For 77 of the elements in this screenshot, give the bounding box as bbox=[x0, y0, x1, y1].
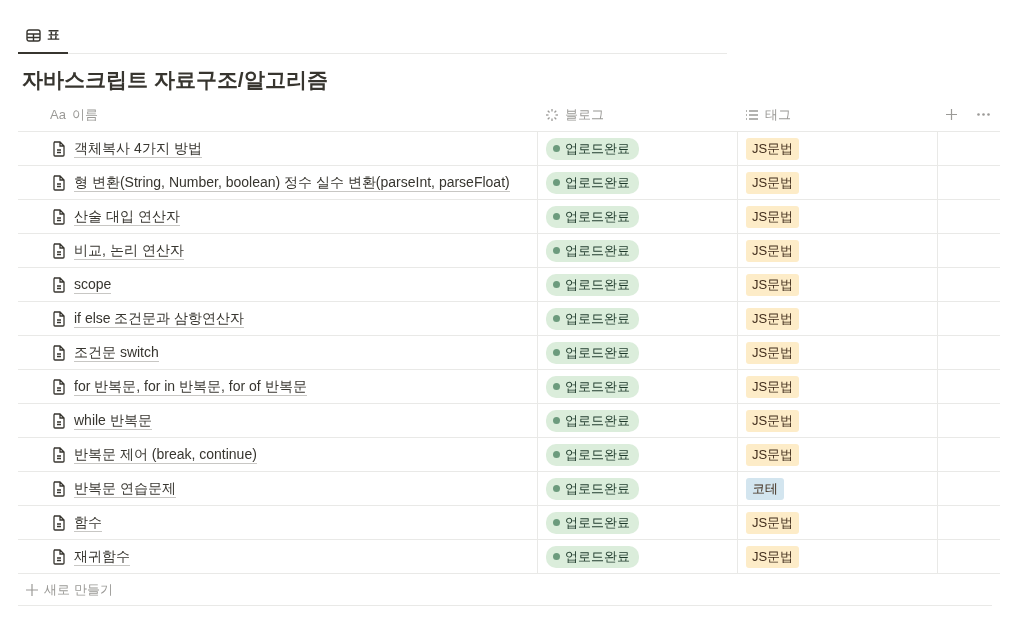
tag-chip: JS문법 bbox=[746, 341, 800, 364]
page-link[interactable]: for 반복문, for in 반복문, for of 반복문 bbox=[74, 377, 307, 396]
status-pill: 업로드완료 bbox=[546, 341, 639, 364]
page-link[interactable]: 형 변환(String, Number, boolean) 정수 실수 변환(parseInt, parseFloat) bbox=[74, 173, 510, 192]
status-dot-icon bbox=[553, 417, 560, 424]
status-pill: 업로드완료 bbox=[546, 511, 639, 534]
status-dot-icon bbox=[553, 247, 560, 254]
document-icon bbox=[52, 514, 66, 531]
status-pill: 업로드완료 bbox=[546, 307, 639, 330]
tag-chip: JS문법 bbox=[746, 545, 800, 568]
status-pill: 업로드완료 bbox=[546, 137, 639, 160]
tag-chip: JS문법 bbox=[746, 409, 800, 432]
document-icon bbox=[52, 344, 66, 361]
document-icon bbox=[52, 378, 66, 395]
page-link[interactable]: scope bbox=[74, 275, 112, 294]
table-view-tab[interactable]: 표 bbox=[18, 20, 68, 54]
status-dot-icon bbox=[553, 485, 560, 492]
column-name: 블로그 bbox=[565, 105, 604, 124]
page-link[interactable]: 산술 대입 연산자 bbox=[74, 207, 180, 226]
status-pill: 업로드완료 bbox=[546, 239, 639, 262]
page-link[interactable]: while 반복문 bbox=[74, 411, 152, 430]
column-name: 이름 bbox=[71, 105, 98, 124]
tag-chip: JS문법 bbox=[746, 171, 800, 194]
status-pill: 업로드완료 bbox=[546, 409, 639, 432]
page-link[interactable]: if else 조건문과 삼항연산자 bbox=[74, 309, 245, 328]
status-pill: 업로드완료 bbox=[546, 375, 639, 398]
status-pill: 업로드완료 bbox=[546, 171, 639, 194]
tag-chip: JS문법 bbox=[746, 273, 800, 296]
status-pill: 업로드완료 bbox=[546, 273, 639, 296]
status-dot-icon bbox=[553, 281, 560, 288]
page-link[interactable]: 반복문 연습문제 bbox=[74, 479, 176, 498]
document-icon bbox=[52, 276, 66, 293]
loading-icon bbox=[545, 107, 559, 122]
tag-chip: JS문법 bbox=[746, 307, 800, 330]
tag-chip: 코테 bbox=[746, 477, 784, 500]
document-icon bbox=[52, 174, 66, 191]
tag-chip: JS문법 bbox=[746, 205, 800, 228]
tag-chip: JS문법 bbox=[746, 375, 800, 398]
document-icon bbox=[52, 140, 66, 157]
document-icon bbox=[52, 310, 66, 327]
tag-chip: JS문법 bbox=[746, 239, 800, 262]
status-dot-icon bbox=[553, 315, 560, 322]
document-icon bbox=[52, 242, 66, 259]
column-name: 태그 bbox=[765, 105, 791, 124]
more-icon[interactable] bbox=[977, 113, 990, 116]
status-pill: 업로드완료 bbox=[546, 477, 639, 500]
add-icon[interactable] bbox=[946, 109, 957, 120]
status-dot-icon bbox=[553, 349, 560, 356]
page-link[interactable]: 재귀함수 bbox=[74, 547, 130, 566]
status-dot-icon bbox=[553, 451, 560, 458]
page-link[interactable]: 함수 bbox=[74, 513, 102, 532]
tag-chip: JS문법 bbox=[746, 137, 800, 160]
document-icon bbox=[52, 446, 66, 463]
document-icon bbox=[52, 208, 66, 225]
table-icon bbox=[26, 28, 41, 42]
status-pill: 업로드완료 bbox=[546, 205, 639, 228]
list-icon bbox=[745, 108, 759, 121]
text-type-icon: Aa bbox=[50, 107, 66, 122]
status-dot-icon bbox=[553, 213, 560, 220]
status-dot-icon bbox=[553, 553, 560, 560]
tag-chip: JS문법 bbox=[746, 443, 800, 466]
page-link[interactable]: 비교, 논리 연산자 bbox=[74, 241, 184, 260]
status-pill: 업로드완료 bbox=[546, 443, 639, 466]
plus-icon bbox=[26, 583, 38, 596]
document-icon bbox=[52, 548, 66, 565]
page-link[interactable]: 객체복사 4가지 방법 bbox=[74, 139, 202, 158]
status-dot-icon bbox=[553, 179, 560, 186]
database-title: 자바스크립트 자료구조/알고리즘 bbox=[22, 67, 329, 93]
page-link[interactable]: 반복문 제어 (break, continue) bbox=[74, 445, 257, 464]
tag-chip: JS문법 bbox=[746, 511, 800, 534]
status-dot-icon bbox=[553, 519, 560, 526]
document-icon bbox=[52, 412, 66, 429]
document-icon bbox=[52, 480, 66, 497]
status-pill: 업로드완료 bbox=[546, 545, 639, 568]
page-link[interactable]: 조건문 switch bbox=[74, 343, 159, 362]
status-dot-icon bbox=[553, 145, 560, 152]
status-dot-icon bbox=[553, 383, 560, 390]
